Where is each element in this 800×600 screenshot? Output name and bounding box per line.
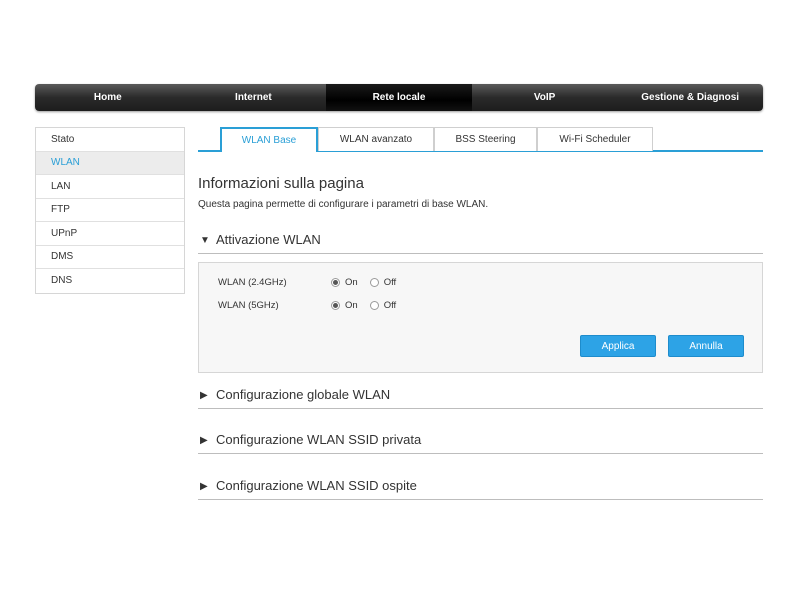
tab-bar: WLAN Base WLAN avanzato BSS Steering Wi-… — [198, 127, 763, 152]
on-label: On — [345, 276, 358, 288]
main-nav: Home Internet Rete locale VoIP Gestione … — [35, 84, 763, 111]
triangle-right-icon: ▶ — [200, 435, 208, 446]
tab-wifi-scheduler[interactable]: Wi-Fi Scheduler — [537, 127, 653, 151]
wlan-5ghz-off-radio[interactable] — [369, 300, 379, 310]
wlan-24ghz-on-option[interactable]: On — [331, 277, 358, 288]
section-title: Configurazione WLAN SSID ospite — [216, 478, 417, 493]
sidebar-item-lan[interactable]: LAN — [36, 175, 184, 199]
wlan-activation-panel: WLAN (2.4GHz) On Off WLAN (5GHz) On Off … — [198, 262, 763, 373]
section-ssid-ospite[interactable]: ▶ Configurazione WLAN SSID ospite — [198, 478, 763, 500]
wlan-24ghz-on-radio[interactable] — [331, 277, 340, 287]
sidebar-item-dns[interactable]: DNS — [36, 269, 184, 293]
section-attivazione-wlan[interactable]: ▼ Attivazione WLAN — [198, 232, 763, 254]
tab-wlan-base[interactable]: WLAN Base — [220, 127, 318, 152]
sidebar-item-stato[interactable]: Stato — [36, 128, 184, 152]
sidebar-item-upnp[interactable]: UPnP — [36, 222, 184, 246]
wlan-24ghz-off-option[interactable]: Off — [369, 276, 397, 288]
tab-wlan-avanzato[interactable]: WLAN avanzato — [318, 127, 434, 151]
nav-gestione-diagnosi[interactable]: Gestione & Diagnosi — [617, 84, 763, 111]
triangle-right-icon: ▶ — [200, 390, 208, 401]
cancel-button[interactable]: Annulla — [668, 335, 744, 357]
sidebar: Stato WLAN LAN FTP UPnP DMS DNS — [35, 127, 185, 294]
section-title: Configurazione WLAN SSID privata — [216, 432, 422, 447]
off-label: Off — [383, 299, 397, 311]
wlan-24ghz-off-radio[interactable] — [369, 277, 379, 287]
wlan-24ghz-row: WLAN (2.4GHz) On Off — [218, 275, 408, 289]
on-label: On — [345, 299, 358, 311]
nav-home[interactable]: Home — [35, 84, 181, 111]
sidebar-item-wlan[interactable]: WLAN — [36, 151, 184, 175]
page-title: Informazioni sulla pagina — [198, 175, 364, 192]
section-title: Attivazione WLAN — [216, 232, 321, 247]
sidebar-item-dms[interactable]: DMS — [36, 246, 184, 269]
nav-voip[interactable]: VoIP — [472, 84, 618, 111]
sidebar-item-ftp[interactable]: FTP — [36, 199, 184, 222]
section-ssid-privata[interactable]: ▶ Configurazione WLAN SSID privata — [198, 432, 763, 454]
wlan-5ghz-off-option[interactable]: Off — [369, 299, 397, 311]
nav-rete-locale[interactable]: Rete locale — [326, 84, 472, 111]
page-description: Questa pagina permette di configurare i … — [198, 199, 489, 210]
triangle-down-icon: ▼ — [200, 235, 210, 246]
apply-button[interactable]: Applica — [580, 335, 656, 357]
section-title: Configurazione globale WLAN — [216, 387, 391, 402]
wlan-24ghz-label: WLAN (2.4GHz) — [218, 276, 287, 288]
wlan-5ghz-on-option[interactable]: On — [331, 300, 358, 311]
triangle-right-icon: ▶ — [200, 481, 208, 492]
wlan-5ghz-on-radio[interactable] — [331, 300, 340, 310]
wlan-5ghz-label: WLAN (5GHz) — [218, 299, 279, 311]
section-configurazione-globale[interactable]: ▶ Configurazione globale WLAN — [198, 387, 763, 409]
wlan-5ghz-row: WLAN (5GHz) On Off — [218, 298, 408, 312]
off-label: Off — [383, 276, 397, 288]
nav-internet[interactable]: Internet — [181, 84, 327, 111]
tab-bss-steering[interactable]: BSS Steering — [434, 127, 537, 151]
